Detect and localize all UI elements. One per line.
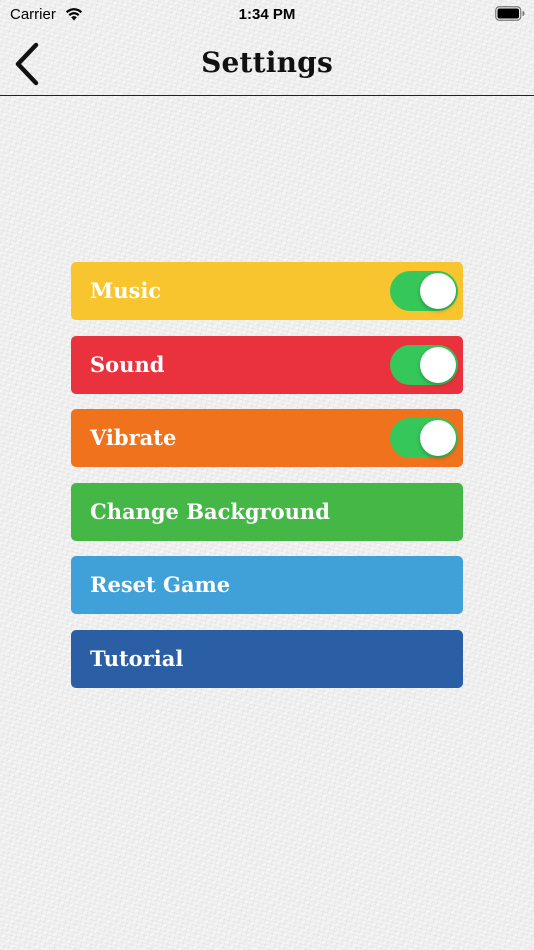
change-background-label: Change Background [90,498,330,524]
vibrate-toggle[interactable] [390,418,458,459]
vibrate-row[interactable]: Vibrate [71,409,463,468]
nav-bar: Settings [0,28,534,96]
music-toggle[interactable] [390,271,458,311]
reset-game-label: Reset Game [90,572,231,598]
status-bar: Carrier 1:34 PM [0,0,534,28]
tutorial-button[interactable]: Tutorial [71,629,463,688]
change-background-button[interactable]: Change Background [71,482,463,541]
toggle-knob [420,420,456,457]
sound-toggle[interactable] [390,344,458,385]
music-row[interactable]: Music [71,262,463,320]
toggle-knob [420,346,456,383]
reset-game-button[interactable]: Reset Game [71,556,463,615]
vibrate-label: Vibrate [90,425,177,451]
toggle-knob [420,273,456,309]
settings-list: Music Sound Vibrate Change Background Re… [71,262,463,704]
music-label: Music [90,278,162,303]
sound-label: Sound [90,351,165,377]
status-time: 1:34 PM [238,6,296,23]
sound-row[interactable]: Sound [71,335,463,394]
battery-icon [495,6,525,21]
page-title: Settings [201,46,333,79]
tutorial-label: Tutorial [90,645,184,671]
